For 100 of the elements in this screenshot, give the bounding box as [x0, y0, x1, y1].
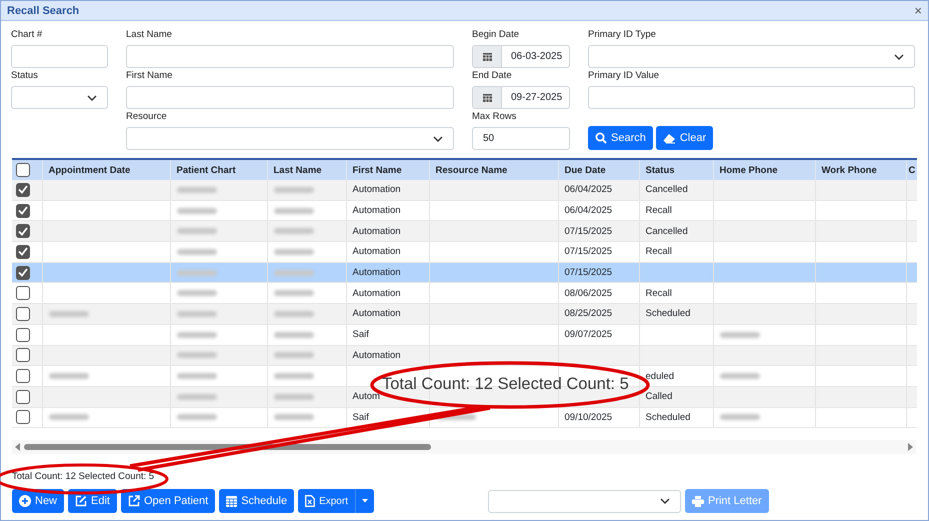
row-checkbox[interactable] [16, 390, 30, 404]
caret-icon [362, 499, 368, 503]
blurred-text [176, 310, 216, 317]
row-checkbox[interactable] [16, 266, 30, 280]
cell-text: Scheduled [646, 412, 690, 423]
cell-text: Saif [352, 329, 369, 340]
toolbar-button[interactable]: New [12, 489, 64, 513]
blurred-text [720, 414, 760, 420]
blurred-text [176, 332, 216, 338]
cell-text: Automation [352, 226, 401, 237]
cell-text: 08/25/2025 [564, 308, 612, 320]
column-header[interactable]: Work Phone [815, 160, 906, 180]
input-field[interactable]: 50 [472, 127, 570, 150]
blurred-text [274, 394, 314, 400]
calendar-icon [226, 495, 238, 507]
cell-text: Automation [352, 267, 401, 278]
date-field[interactable]: 06-03-2025 [472, 45, 570, 68]
column-header[interactable]: C [906, 160, 917, 180]
cell-text: eduled [646, 370, 674, 382]
cell-text: 09/10/2025 [564, 412, 612, 423]
row-checkbox[interactable] [16, 224, 30, 238]
column-header[interactable]: Appointment Date [42, 160, 170, 180]
blurred-text [274, 373, 314, 380]
column-header[interactable]: Patient Chart [170, 160, 267, 180]
cell-text: Automation [352, 288, 401, 299]
input-field[interactable] [588, 86, 915, 109]
blurred-text [176, 208, 216, 214]
column-header[interactable]: Due Date [558, 160, 639, 180]
row-checkbox[interactable] [16, 348, 30, 362]
toolbar-button[interactable]: Open Patient [120, 489, 216, 513]
blurred-text [274, 228, 314, 234]
printer-icon [692, 496, 704, 506]
row-checkbox[interactable] [16, 369, 30, 384]
input-field[interactable] [126, 45, 454, 68]
cell-text: 07/15/2025 [564, 226, 612, 237]
input-field[interactable] [11, 45, 108, 68]
cell-text: Automation [352, 184, 401, 196]
cell-text: Saif [352, 412, 369, 423]
row-checkbox[interactable] [16, 410, 30, 424]
blurred-text [48, 310, 88, 317]
blurred-text [274, 186, 314, 193]
blurred-text [274, 310, 314, 317]
row-checkbox[interactable] [16, 244, 30, 259]
file-icon [305, 495, 316, 507]
cell-text: Automation [352, 246, 401, 258]
column-header[interactable]: Status [639, 160, 713, 180]
chevron-down-icon [894, 54, 904, 60]
cell-text: 06/04/2025 [564, 184, 612, 196]
column-header[interactable]: Home Phone [713, 160, 815, 180]
field-label: Last Name [126, 28, 173, 42]
blurred-text [176, 270, 216, 276]
row-checkbox[interactable] [16, 182, 30, 197]
column-header[interactable]: Resource Name [429, 160, 558, 180]
field-label: Primary ID Type [588, 28, 657, 42]
calendar-icon [482, 52, 492, 61]
clear-button[interactable]: Clear [656, 126, 714, 150]
close-button[interactable]: × [914, 4, 922, 17]
dropdown-field[interactable] [588, 45, 915, 68]
cell-text: Recall [646, 288, 672, 299]
blurred-text [274, 208, 314, 214]
cell-text: 07/15/2025 [564, 246, 612, 258]
blurred-text [274, 352, 314, 358]
blurred-text [176, 248, 216, 255]
blurred-text [48, 414, 88, 420]
cell-text: Recall [646, 246, 672, 258]
blurred-text [274, 270, 314, 276]
cell-text: 06/04/2025 [564, 205, 612, 216]
blurred-text [274, 414, 314, 420]
column-header[interactable]: First Name [346, 160, 429, 180]
row-checkbox[interactable] [16, 286, 30, 300]
cell-text: Recall [646, 205, 672, 216]
cell-text: Cancelled [646, 184, 688, 196]
row-checkbox[interactable] [16, 328, 30, 342]
search-button[interactable]: Search [588, 126, 653, 150]
cell-text: 08/06/2025 [564, 288, 612, 299]
blurred-text [176, 352, 216, 358]
calendar-icon [482, 93, 492, 102]
magnified-count-text: Total Count: 12 Selected Count: 5 [382, 375, 629, 394]
dropdown-button[interactable] [354, 489, 374, 513]
cell-text: Cancelled [646, 226, 688, 237]
input-field[interactable] [126, 86, 454, 109]
field-label: First Name [126, 69, 174, 83]
toolbar-button[interactable]: Schedule [219, 489, 294, 513]
horizontal-scrollbar[interactable] [12, 440, 916, 454]
row-checkbox[interactable] [16, 306, 30, 321]
blurred-text [48, 373, 88, 380]
cell-text: Automation [352, 308, 401, 320]
export-button[interactable]: Export [298, 489, 355, 513]
cell-text: Automation [352, 350, 401, 361]
date-field[interactable]: 09-27-2025 [472, 86, 570, 109]
search-icon [595, 132, 607, 144]
chevron-down-icon [87, 94, 97, 100]
field-label: Max Rows [472, 110, 518, 124]
row-checkbox[interactable] [16, 204, 30, 218]
window-title: Recall Search [7, 4, 80, 16]
blurred-text [176, 414, 216, 420]
dropdown-field[interactable] [11, 86, 108, 109]
dropdown-field[interactable] [126, 127, 454, 150]
column-header[interactable]: Last Name [267, 160, 346, 180]
select-all-checkbox[interactable] [16, 163, 30, 177]
